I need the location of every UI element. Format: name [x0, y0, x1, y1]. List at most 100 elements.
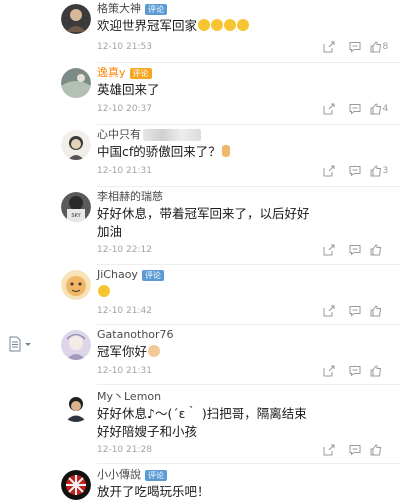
emoji-icon	[237, 19, 250, 31]
commenter-name[interactable]: JiChaoy	[97, 268, 138, 282]
like-button[interactable]	[368, 304, 394, 318]
avatar[interactable]	[61, 470, 91, 500]
reply-button[interactable]	[342, 40, 368, 54]
comment-text: 好好休息，带着冠军回来了，以后好好	[97, 206, 310, 221]
like-button[interactable]: 4	[368, 102, 394, 116]
member-badge: 评论	[129, 67, 152, 79]
commenter-name[interactable]: 心中只有	[97, 128, 141, 142]
commenter-name[interactable]: Gatanothor76	[97, 328, 174, 342]
commenter-name[interactable]: 格策大神	[97, 2, 141, 16]
avatar[interactable]	[61, 4, 91, 34]
share-button[interactable]	[316, 243, 342, 257]
timestamp: 12-10 21:28	[97, 445, 152, 455]
commenter-name[interactable]: 李相赫的瑞慈	[97, 190, 163, 204]
comment-icon	[349, 166, 361, 177]
like-count: 3	[382, 166, 389, 176]
emoji-icon	[224, 19, 237, 31]
divider	[97, 463, 400, 464]
like-button[interactable]: 8	[368, 40, 394, 54]
avatar[interactable]	[61, 270, 91, 300]
timestamp: 12-10 21:53	[97, 42, 152, 52]
avatar[interactable]	[61, 330, 91, 360]
thumbs-up-icon	[370, 103, 381, 115]
comment-text: 放开了吃喝玩乐吧！	[97, 484, 210, 499]
divider	[97, 324, 400, 325]
svg-text:SKY: SKY	[71, 213, 81, 219]
emoji-icon	[198, 19, 211, 31]
emoji-icon	[211, 19, 224, 31]
comment-icon	[349, 445, 361, 456]
comment-text: 英雄回来了	[97, 82, 160, 97]
like-count: 4	[382, 104, 389, 114]
comment-icon	[349, 306, 361, 317]
avatar[interactable]: SKY	[61, 192, 91, 222]
like-button[interactable]	[368, 364, 394, 378]
divider	[97, 62, 400, 63]
commenter-name[interactable]: My丶Lemon	[97, 390, 161, 404]
share-icon	[323, 444, 335, 456]
reply-button[interactable]	[342, 164, 368, 178]
member-badge: 评论	[145, 469, 167, 481]
comment-text: 好好休息♪～(´ε｀ )扫把哥，隔离结束	[97, 406, 307, 421]
left-gutter	[0, 0, 56, 504]
timestamp: 12-10 21:31	[97, 366, 152, 376]
comment-icon	[349, 104, 361, 115]
comment-text	[97, 283, 110, 301]
comment-icon	[349, 42, 361, 53]
thumbs-up-icon	[370, 365, 381, 377]
reply-button[interactable]	[342, 304, 368, 318]
thumbs-up-icon	[370, 305, 381, 317]
like-button[interactable]	[368, 443, 394, 457]
commenter-name[interactable]: 小小傳說	[97, 468, 141, 482]
divider	[97, 264, 400, 265]
comment-text: 冠军你好	[97, 343, 161, 361]
share-button[interactable]	[316, 304, 342, 318]
like-button[interactable]: 3	[368, 164, 394, 178]
comment-icon	[349, 366, 361, 377]
share-icon	[323, 305, 335, 317]
commenter-name[interactable]: 逸真y	[97, 66, 126, 80]
avatar[interactable]	[61, 68, 91, 98]
document-icon[interactable]	[8, 336, 34, 352]
share-icon	[323, 41, 335, 53]
thumbs-up-icon	[370, 444, 381, 456]
emoji-icon	[98, 285, 110, 297]
like-button[interactable]	[368, 243, 394, 257]
avatar[interactable]	[61, 130, 91, 160]
divider	[97, 186, 400, 187]
timestamp: 12-10 22:12	[97, 245, 152, 255]
share-button[interactable]	[316, 102, 342, 116]
thumbs-up-icon	[370, 244, 381, 256]
divider	[97, 124, 400, 125]
timestamp: 12-10 21:42	[97, 306, 152, 316]
comment-text-body: 中国cf的骄傲回来了？	[97, 144, 221, 159]
share-button[interactable]	[316, 364, 342, 378]
reply-button[interactable]	[342, 102, 368, 116]
comment-text-line2: 加油	[97, 224, 123, 239]
like-count: 8	[382, 42, 389, 52]
member-badge: 评论	[141, 269, 164, 281]
share-icon	[323, 103, 335, 115]
blurred-name-part	[143, 129, 201, 141]
comment-icon	[349, 245, 361, 256]
reply-button[interactable]	[342, 243, 368, 257]
share-icon	[323, 165, 335, 177]
timestamp: 12-10 20:37	[97, 104, 152, 114]
member-badge: 评论	[145, 3, 167, 15]
avatar[interactable]	[61, 392, 91, 422]
comment-text-body: 冠军你好	[97, 344, 148, 359]
divider	[97, 384, 400, 385]
thumbs-up-icon	[370, 165, 381, 177]
hand-emoji-icon	[221, 145, 230, 157]
comment-text: 中国cf的骄傲回来了？	[97, 143, 230, 161]
share-button[interactable]	[316, 443, 342, 457]
reply-button[interactable]	[342, 364, 368, 378]
share-icon	[323, 365, 335, 377]
share-button[interactable]	[316, 40, 342, 54]
share-button[interactable]	[316, 164, 342, 178]
timestamp: 12-10 21:31	[97, 166, 152, 176]
emoji-icon	[148, 345, 161, 357]
comment-feed: 格策大神 评论 欢迎世界冠军回家 12-10 21:53 8 逸真y 评论 英雄…	[56, 0, 400, 504]
comment-text: 欢迎世界冠军回家	[97, 17, 250, 35]
reply-button[interactable]	[342, 443, 368, 457]
